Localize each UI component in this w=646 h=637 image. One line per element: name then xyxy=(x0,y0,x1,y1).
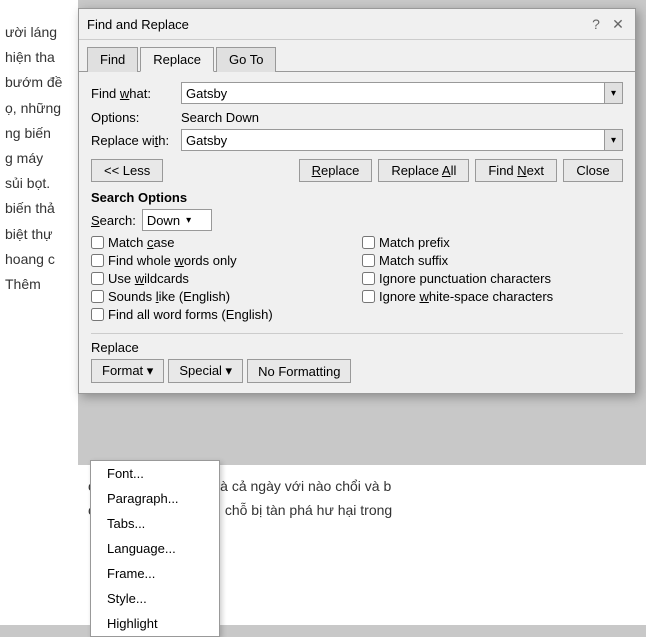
match-prefix-checkbox[interactable] xyxy=(362,236,375,249)
match-case-checkbox[interactable] xyxy=(91,236,104,249)
font-item[interactable]: Font... xyxy=(91,461,219,486)
checkbox-match-case: Match case xyxy=(91,235,352,250)
frame-item[interactable]: Frame... xyxy=(91,561,219,586)
checkbox-wildcards: Use wildcards xyxy=(91,271,352,286)
paragraph-item[interactable]: Paragraph... xyxy=(91,486,219,511)
wildcards-checkbox[interactable] xyxy=(91,272,104,285)
ignore-punctuation-checkbox[interactable] xyxy=(362,272,375,285)
checkbox-ignore-punctuation: Ignore punctuation characters xyxy=(362,271,623,286)
find-what-label: Find what: xyxy=(91,86,181,101)
dialog-body: Find what: Gatsby ▾ Options: Search Down… xyxy=(79,72,635,393)
replace-all-button[interactable]: Replace All xyxy=(378,159,469,182)
replace-section: Replace Format ▾ Special ▾ No Formatting xyxy=(91,333,623,383)
match-suffix-checkbox[interactable] xyxy=(362,254,375,267)
checkbox-match-suffix: Match suffix xyxy=(362,253,623,268)
tab-goto[interactable]: Go To xyxy=(216,47,276,72)
language-item[interactable]: Language... xyxy=(91,536,219,561)
search-direction-value: Down xyxy=(147,213,180,228)
checkboxes-left: Match case Find whole words only Use wil… xyxy=(91,235,352,325)
find-what-input[interactable]: Gatsby ▾ xyxy=(181,82,623,104)
search-direction-label: Search: xyxy=(91,213,136,228)
replace-section-label: Replace xyxy=(91,340,623,355)
find-next-button[interactable]: Find Next xyxy=(475,159,557,182)
search-direction-row: Search: Down ▾ xyxy=(91,209,623,231)
checkbox-whole-words: Find whole words only xyxy=(91,253,352,268)
checkbox-sounds-like: Sounds like (English) xyxy=(91,289,352,304)
replace-with-value: Gatsby xyxy=(186,133,227,148)
help-button[interactable]: ? xyxy=(587,15,605,33)
checkbox-ignore-whitespace: Ignore white-space characters xyxy=(362,289,623,304)
checkbox-word-forms: Find all word forms (English) xyxy=(91,307,352,322)
options-value: Search Down xyxy=(181,110,259,125)
highlight-item[interactable]: Highlight xyxy=(91,611,219,636)
tab-replace[interactable]: Replace xyxy=(140,47,214,72)
titlebar-buttons: ? ✕ xyxy=(587,15,627,33)
format-dropdown-menu: Font... Paragraph... Tabs... Language...… xyxy=(90,460,220,637)
word-forms-checkbox[interactable] xyxy=(91,308,104,321)
tab-bar: Find Replace Go To xyxy=(79,40,635,72)
action-buttons-row: << Less Replace Replace All Find Next Cl… xyxy=(91,159,623,182)
dialog-title: Find and Replace xyxy=(87,17,189,32)
special-button[interactable]: Special ▾ xyxy=(168,359,243,383)
checkboxes-right: Match prefix Match suffix Ignore punctua… xyxy=(362,235,623,325)
tab-find[interactable]: Find xyxy=(87,47,138,72)
search-options-header: Search Options xyxy=(91,190,623,205)
find-replace-dialog: Find and Replace ? ✕ Find Replace Go To … xyxy=(78,8,636,394)
replace-with-label: Replace with: xyxy=(91,133,181,148)
find-what-row: Find what: Gatsby ▾ xyxy=(91,82,623,104)
less-button[interactable]: << Less xyxy=(91,159,163,182)
replace-with-row: Replace with: Gatsby ▾ xyxy=(91,129,623,151)
whole-words-checkbox[interactable] xyxy=(91,254,104,267)
options-label: Options: xyxy=(91,110,181,125)
no-formatting-button[interactable]: No Formatting xyxy=(247,359,351,383)
replace-button[interactable]: Replace xyxy=(299,159,373,182)
dialog-close-button[interactable]: ✕ xyxy=(609,15,627,33)
search-direction-arrow: ▾ xyxy=(186,215,191,226)
dialog-titlebar: Find and Replace ? ✕ xyxy=(79,9,635,40)
format-button[interactable]: Format ▾ xyxy=(91,359,164,383)
replace-with-dropdown[interactable]: ▾ xyxy=(604,130,622,150)
checkbox-match-prefix: Match prefix xyxy=(362,235,623,250)
checkboxes-grid: Match case Find whole words only Use wil… xyxy=(91,235,623,325)
options-row: Options: Search Down xyxy=(91,110,623,125)
close-action-button[interactable]: Close xyxy=(563,159,623,182)
style-item[interactable]: Style... xyxy=(91,586,219,611)
find-what-dropdown[interactable]: ▾ xyxy=(604,83,622,103)
tabs-item[interactable]: Tabs... xyxy=(91,511,219,536)
sounds-like-checkbox[interactable] xyxy=(91,290,104,303)
background-left: ười láng hiện tha bướm đề ọ, những ng bi… xyxy=(0,0,78,625)
search-direction-select[interactable]: Down ▾ xyxy=(142,209,212,231)
replace-with-input[interactable]: Gatsby ▾ xyxy=(181,129,623,151)
ignore-whitespace-checkbox[interactable] xyxy=(362,290,375,303)
find-what-value: Gatsby xyxy=(186,86,227,101)
format-buttons-row: Format ▾ Special ▾ No Formatting xyxy=(91,359,623,383)
